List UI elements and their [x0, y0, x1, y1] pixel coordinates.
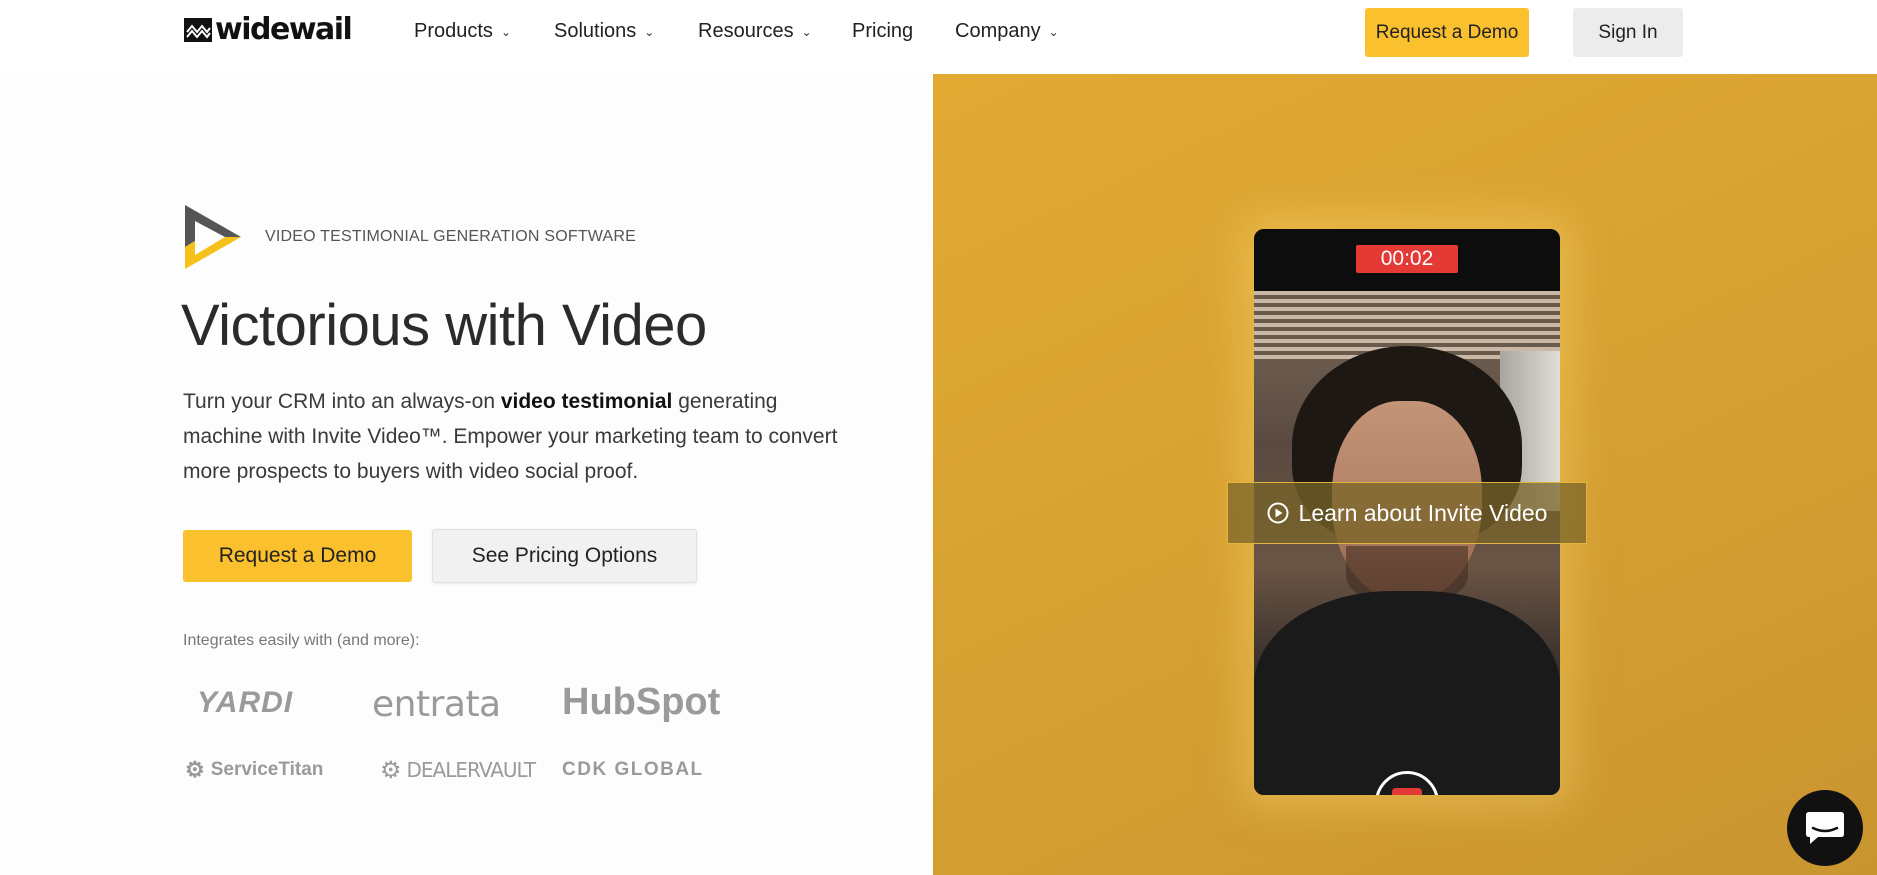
see-pricing-button[interactable]: See Pricing Options — [432, 529, 697, 583]
play-triangle-icon — [185, 205, 241, 269]
partner-name: CDK GLOBAL — [562, 759, 704, 780]
learn-invite-video-button[interactable]: Learn about Invite Video — [1227, 482, 1587, 544]
nav-item-company[interactable]: Company ⌄ — [955, 20, 1075, 43]
partner-logo-dealervault: ⚙ DEALERVAULT — [380, 756, 537, 784]
learn-label: Learn about Invite Video — [1298, 499, 1548, 526]
nav-item-label: Products — [414, 20, 493, 42]
sign-in-button[interactable]: Sign In — [1573, 8, 1683, 57]
chevron-down-icon: ⌄ — [644, 24, 655, 39]
request-demo-button[interactable]: Request a Demo — [183, 530, 412, 582]
top-nav: widewail Products ⌄ Solutions ⌄ Resource… — [0, 0, 1877, 74]
partner-logo-servicetitan: ⚙ ServiceTitan — [185, 757, 323, 783]
integrations-label: Integrates easily with (and more): — [183, 632, 420, 649]
nav-request-demo-button[interactable]: Request a Demo — [1365, 8, 1529, 57]
widewail-logo-icon — [184, 17, 212, 42]
nav-item-solutions[interactable]: Solutions ⌄ — [554, 20, 698, 43]
nav-item-label: Solutions — [554, 20, 637, 42]
nav-item-label: Company — [955, 20, 1041, 42]
vault-icon: ⚙ — [380, 756, 401, 784]
product-eyebrow: VIDEO TESTIMONIAL GENERATION SOFTWARE — [265, 228, 636, 245]
partner-name: entrata — [372, 684, 501, 725]
partner-name: YARDI — [197, 686, 294, 719]
nav-item-pricing[interactable]: Pricing — [852, 20, 955, 43]
chat-launcher-button[interactable] — [1787, 790, 1863, 866]
chevron-down-icon: ⌄ — [1048, 24, 1059, 39]
partner-name: HubSpot — [562, 681, 721, 723]
partner-logo-hubspot: HubSpot — [562, 681, 720, 724]
nav-item-label: Pricing — [852, 20, 914, 42]
partner-name: ServiceTitan — [210, 759, 324, 780]
brand-logo[interactable]: widewail — [183, 12, 353, 47]
person-hoodie — [1254, 591, 1560, 795]
partner-name: DEALERVAULT — [406, 758, 537, 782]
partner-logo-yardi: YARDI — [197, 686, 293, 720]
chat-bubble-icon — [1806, 812, 1844, 844]
brand-wordmark: widewail — [215, 12, 353, 47]
servicetitan-icon: ⚙ — [185, 757, 205, 782]
main-menu: Products ⌄ Solutions ⌄ Resources ⌄ Prici… — [414, 20, 1075, 43]
partner-logo-entrata: entrata — [372, 684, 501, 725]
nav-item-label: Resources — [698, 20, 794, 42]
desc-emphasis: video testimonial — [500, 390, 673, 413]
page-title: Victorious with Video — [181, 293, 707, 358]
nav-item-products[interactable]: Products ⌄ — [414, 20, 554, 43]
chevron-down-icon: ⌄ — [500, 24, 511, 39]
hero-media-panel: 00:02 Learn about Invite Video — [933, 74, 1877, 875]
hero-description: Turn your CRM into an always-on video te… — [183, 384, 843, 489]
record-stop-icon — [1392, 788, 1422, 795]
play-circle-icon — [1267, 502, 1289, 524]
recording-bar: 00:02 — [1254, 229, 1560, 291]
recording-timer: 00:02 — [1356, 245, 1458, 273]
partner-logo-cdk-global: CDK GLOBAL — [562, 759, 704, 781]
nav-item-resources[interactable]: Resources ⌄ — [698, 20, 852, 43]
desc-text: Turn your CRM into an always-on — [183, 390, 501, 413]
chevron-down-icon: ⌄ — [801, 24, 812, 39]
